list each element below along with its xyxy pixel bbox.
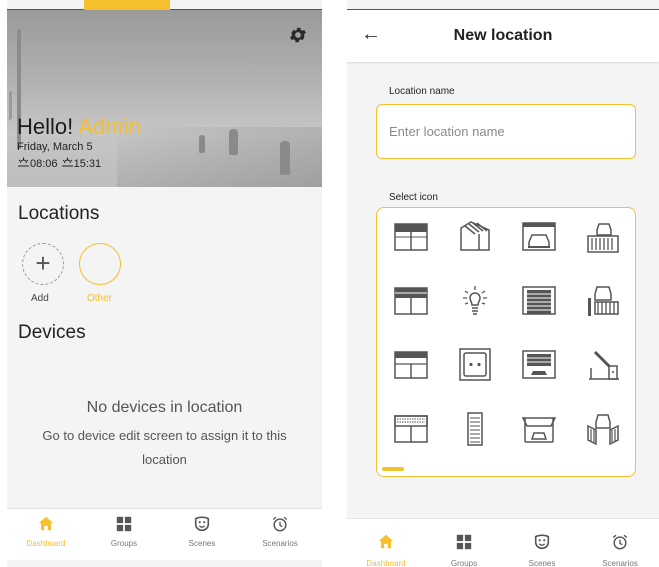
nav-groups[interactable]: Groups (85, 509, 163, 561)
sunset-time: 15:31 (73, 158, 102, 170)
user-name: Admin (78, 114, 141, 139)
scroll-indicator[interactable] (382, 467, 404, 471)
nav-scenarios-label: Scenarios (602, 559, 638, 567)
garage-door-icon[interactable] (521, 284, 557, 318)
theater-mask-icon (534, 534, 550, 550)
greeting-text: Hello! (17, 114, 74, 139)
add-location-button[interactable]: + (22, 243, 64, 285)
canopy-garage-icon[interactable] (521, 412, 557, 446)
icon-picker[interactable] (376, 207, 636, 477)
gate-car-icon[interactable] (585, 220, 621, 254)
nav-scenarios[interactable]: Scenarios (581, 519, 659, 567)
barrier-gate-icon[interactable] (585, 348, 621, 382)
top-accent-bar (84, 0, 170, 10)
nav-groups[interactable]: Groups (425, 519, 503, 567)
home-icon (38, 516, 54, 531)
status-divider (347, 9, 659, 10)
vertical-blind-icon[interactable] (457, 412, 493, 446)
devices-title: Devices (18, 322, 86, 343)
nav-scenes-label: Scenes (188, 539, 216, 548)
select-icon-label: Select icon (389, 192, 438, 203)
gate-car-fence-icon[interactable] (585, 284, 621, 318)
double-gate-car-icon[interactable] (585, 412, 621, 446)
empty-state-title: No devices in location (86, 399, 243, 416)
grid-icon (116, 516, 132, 532)
person-silhouette (199, 135, 205, 153)
dashboard-screen: Hello! Admin Friday, March 5 08:06 15:31… (7, 0, 322, 567)
garage-car-icon[interactable] (521, 220, 557, 254)
app-bar: ← New location (347, 10, 659, 62)
grid-icon (456, 534, 472, 550)
garage-open-icon[interactable] (521, 348, 557, 382)
nav-scenarios-label: Scenarios (262, 539, 298, 548)
new-location-screen: ← New location Location name Select icon (347, 0, 659, 567)
nav-scenarios[interactable]: Scenarios (241, 509, 319, 561)
add-location-label: Add (31, 293, 49, 304)
sunset-icon (61, 157, 73, 167)
nav-scenes[interactable]: Scenes (503, 519, 581, 567)
window-blind-icon[interactable] (393, 220, 429, 254)
nav-dashboard-label: Dashboard (366, 559, 406, 567)
location-name-label: Location name (389, 86, 455, 97)
sun-times: 08:06 15:31 (17, 157, 101, 170)
gear-icon[interactable] (288, 25, 308, 45)
window-awning-icon[interactable] (393, 348, 429, 382)
nav-dashboard-label: Dashboard (26, 539, 66, 548)
greeting: Hello! Admin (17, 114, 141, 140)
bottom-navigation: Dashboard Groups Scenes Scenarios (347, 518, 659, 567)
empty-state-text: Go to device edit screen to assign it to… (42, 428, 287, 467)
nav-dashboard[interactable]: Dashboard (7, 509, 85, 561)
alarm-clock-icon (612, 534, 628, 550)
current-date: Friday, March 5 (17, 141, 93, 153)
alarm-clock-icon (272, 516, 288, 532)
window-blind-double-icon[interactable] (393, 284, 429, 318)
home-icon (378, 534, 394, 549)
pier (117, 127, 322, 187)
sunrise-time: 08:06 (30, 158, 58, 170)
locations-title: Locations (18, 203, 100, 224)
person-silhouette (229, 129, 238, 155)
page-title: New location (453, 27, 553, 44)
awning-icon[interactable] (457, 220, 493, 254)
location-other-label: Other (87, 293, 113, 304)
window-shutter-icon[interactable] (393, 412, 429, 446)
location-name-input[interactable] (376, 104, 636, 159)
nav-dashboard[interactable]: Dashboard (347, 519, 425, 567)
nav-groups-label: Groups (110, 539, 138, 548)
socket-icon[interactable] (457, 348, 493, 382)
nav-scenes-label: Scenes (528, 559, 556, 567)
theater-mask-icon (194, 516, 210, 532)
sunrise-icon (18, 157, 29, 167)
nav-scenes[interactable]: Scenes (163, 509, 241, 561)
bottom-navigation: Dashboard Groups Scenes Scenarios (7, 508, 322, 560)
location-other-button[interactable] (79, 243, 121, 285)
nav-groups-label: Groups (450, 559, 478, 567)
light-bulb-icon[interactable] (457, 284, 493, 318)
person-silhouette (280, 141, 290, 175)
